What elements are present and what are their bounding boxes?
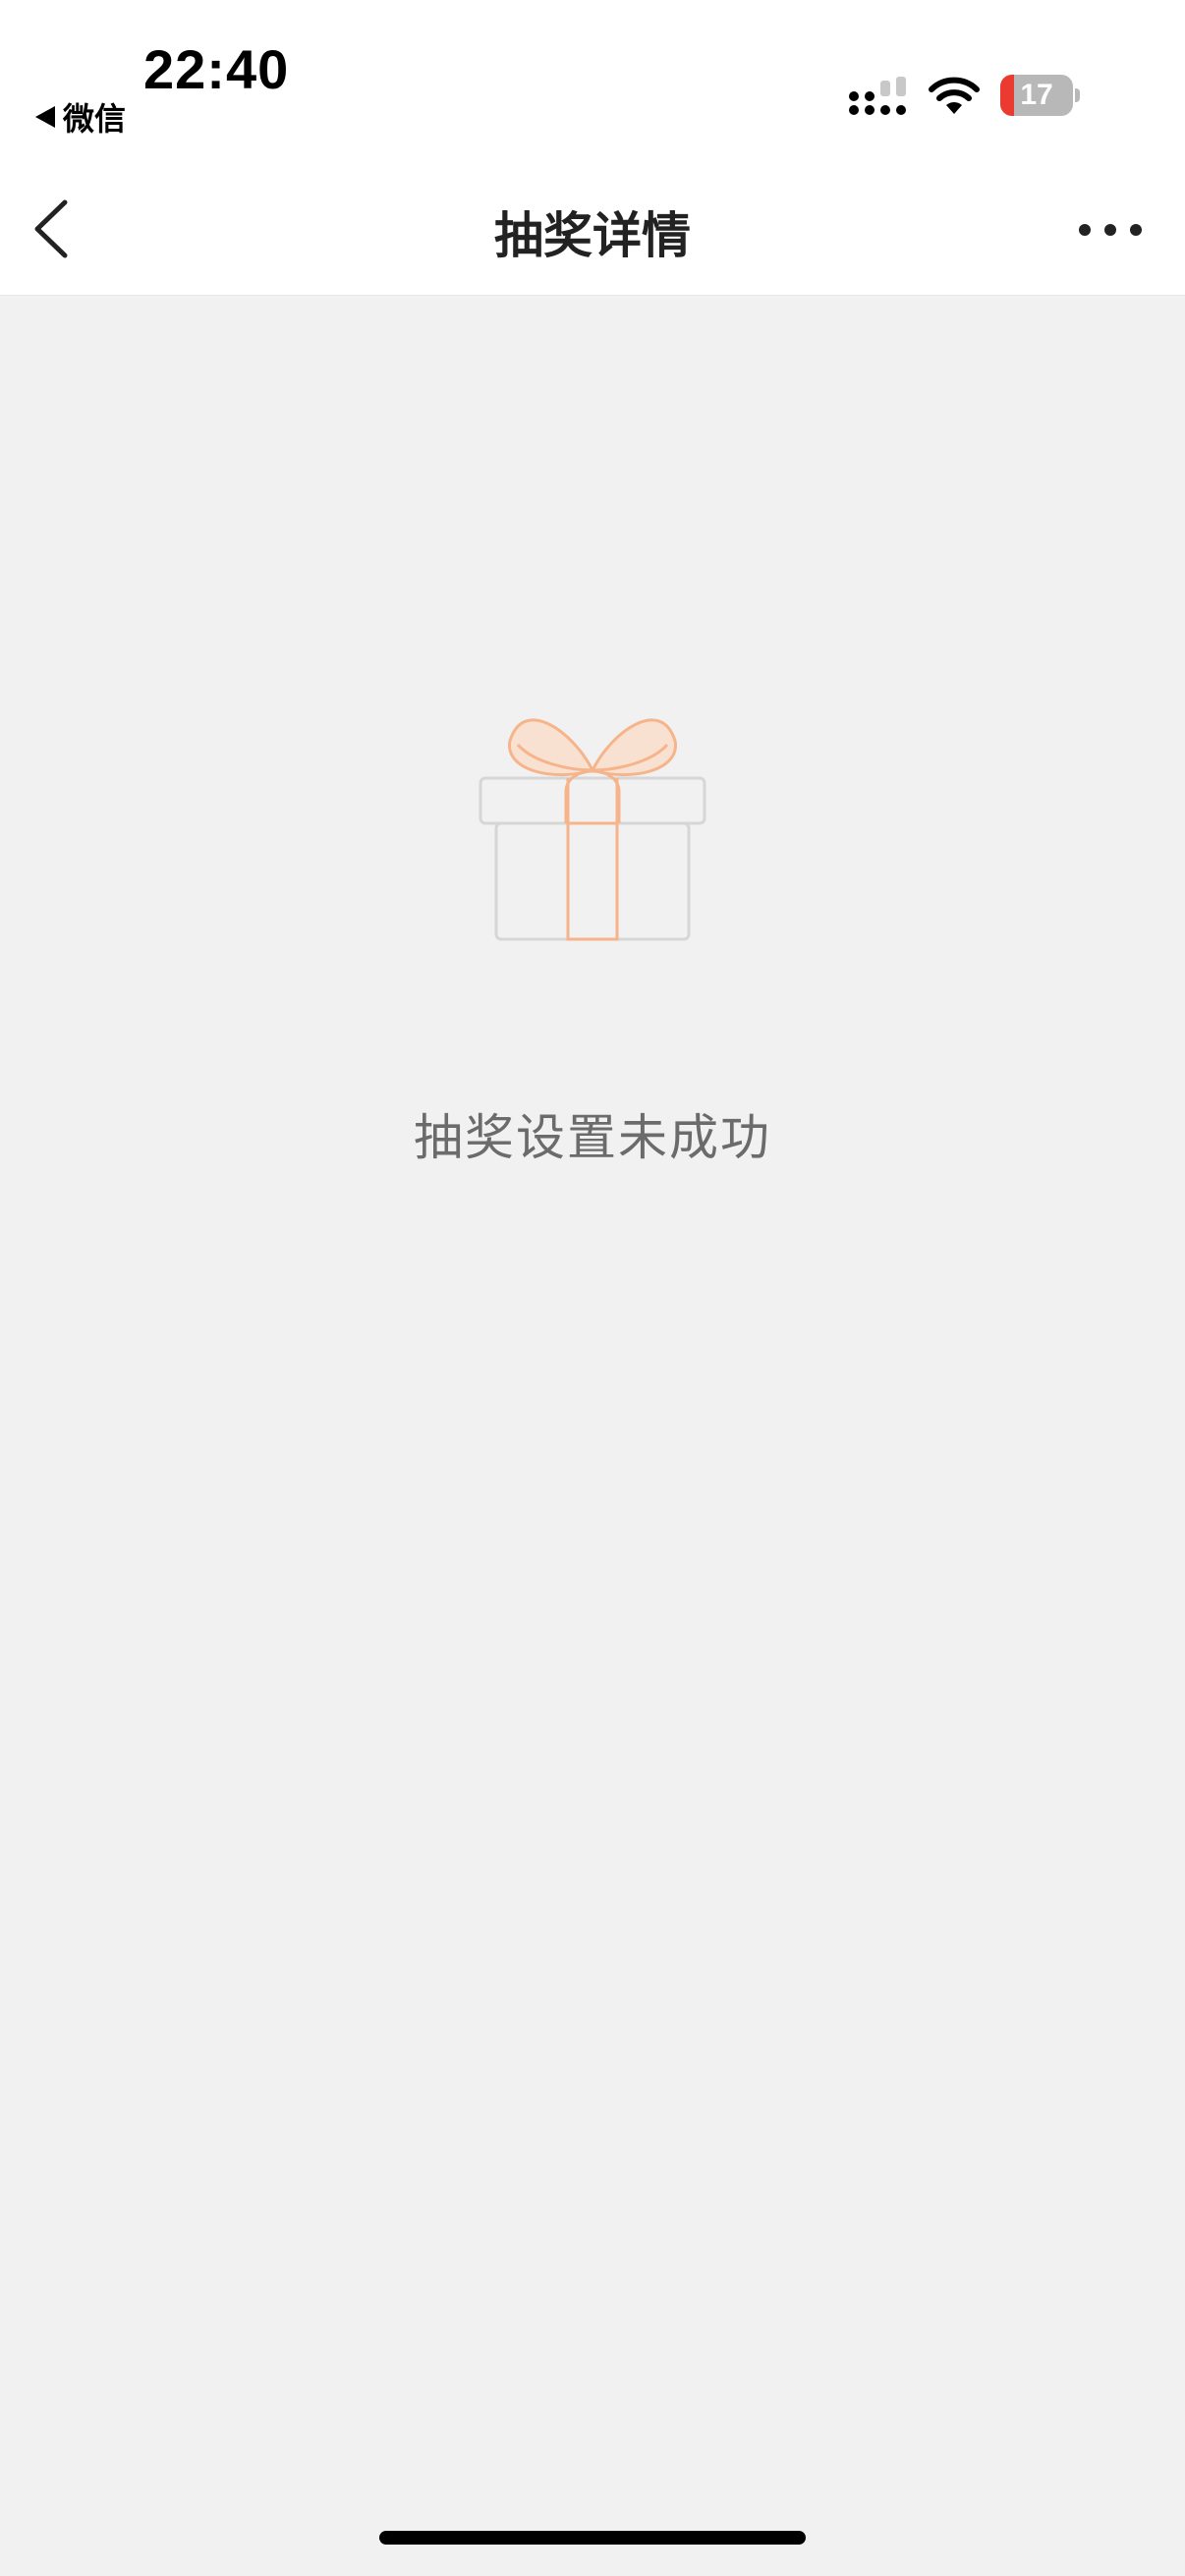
home-indicator[interactable] xyxy=(379,2531,806,2545)
battery-nub xyxy=(1075,88,1080,102)
cellular-signal-icon xyxy=(849,77,906,115)
wifi-icon xyxy=(929,77,980,114)
battery-body: 17 xyxy=(1000,75,1073,116)
empty-state-message: 抽奖设置未成功 xyxy=(414,1109,771,1166)
more-options-icon[interactable] xyxy=(1071,210,1150,250)
back-app-label: 微信 xyxy=(63,100,127,138)
back-to-app-link[interactable]: 微信 xyxy=(35,94,126,140)
back-triangle-icon xyxy=(35,106,55,128)
screen: 22:40 微信 17 抽奖详情 抽奖设置未成功 xyxy=(0,0,1185,2576)
battery-percentage: 17 xyxy=(1020,79,1053,111)
gift-icon xyxy=(479,718,706,941)
status-time: 22:40 xyxy=(143,38,290,100)
header: 22:40 微信 17 抽奖详情 xyxy=(0,0,1185,296)
battery-indicator: 17 xyxy=(1000,75,1081,116)
page-title: 抽奖详情 xyxy=(494,207,691,264)
